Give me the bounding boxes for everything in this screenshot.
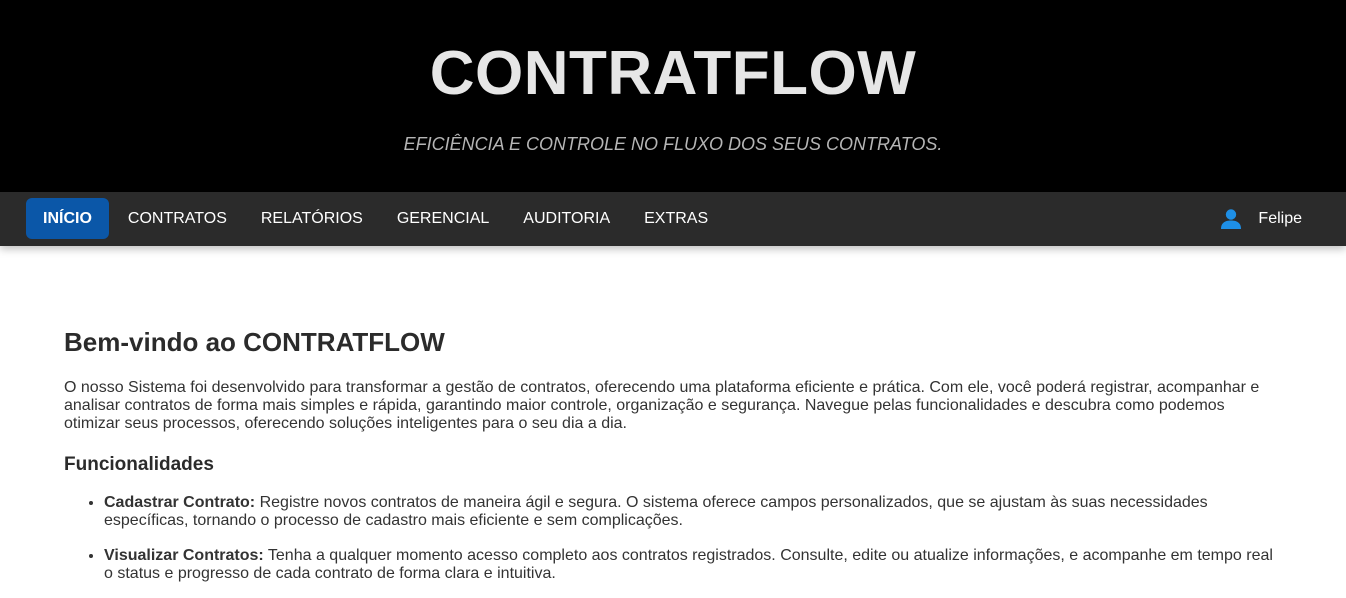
list-item: Visualizar Contratos: Tenha a qualquer m… — [104, 547, 1284, 583]
feature-name: Cadastrar Contrato: — [104, 494, 256, 511]
nav-item-auditoria[interactable]: AUDITORIA — [506, 198, 627, 239]
brand-tagline: EFICIÊNCIA E CONTROLE NO FLUXO DOS SEUS … — [403, 134, 943, 154]
features-heading: Funcionalidades — [64, 454, 214, 475]
features-list: Cadastrar Contrato: Registre novos contr… — [64, 494, 1284, 583]
feature-description: Tenha a qualquer momento acesso completo… — [104, 547, 1273, 582]
page-title: Bem-vindo ao CONTRATFLOW — [64, 327, 445, 357]
nav-item-inicio[interactable]: INÍCIO — [26, 198, 109, 239]
nav-item-relatorios[interactable]: RELATÓRIOS — [244, 198, 380, 239]
feature-description: Registre novos contratos de maneira ágil… — [104, 494, 1208, 529]
user-name: Felipe — [1258, 210, 1302, 227]
nav-item-gerencial[interactable]: GERENCIAL — [380, 198, 506, 239]
list-item: Cadastrar Contrato: Registre novos contr… — [104, 494, 1284, 530]
main-navbar: INÍCIO CONTRATOS RELATÓRIOS GERENCIAL AU… — [0, 192, 1346, 246]
nav-item-contratos[interactable]: CONTRATOS — [111, 198, 244, 239]
brand-title: CONTRATFLOW — [429, 39, 917, 108]
nav-item-extras[interactable]: EXTRAS — [627, 198, 725, 239]
intro-paragraph: O nosso Sistema foi desenvolvido para tr… — [64, 379, 1260, 432]
site-header: CONTRATFLOW EFICIÊNCIA E CONTROLE NO FLU… — [0, 0, 1346, 192]
user-icon — [1220, 208, 1242, 230]
user-menu[interactable]: Felipe — [1220, 192, 1302, 246]
nav-menu: INÍCIO CONTRATOS RELATÓRIOS GERENCIAL AU… — [26, 198, 725, 239]
main-content: Bem-vindo ao CONTRATFLOW O nosso Sistema… — [0, 246, 1346, 583]
feature-name: Visualizar Contratos: — [104, 547, 264, 564]
